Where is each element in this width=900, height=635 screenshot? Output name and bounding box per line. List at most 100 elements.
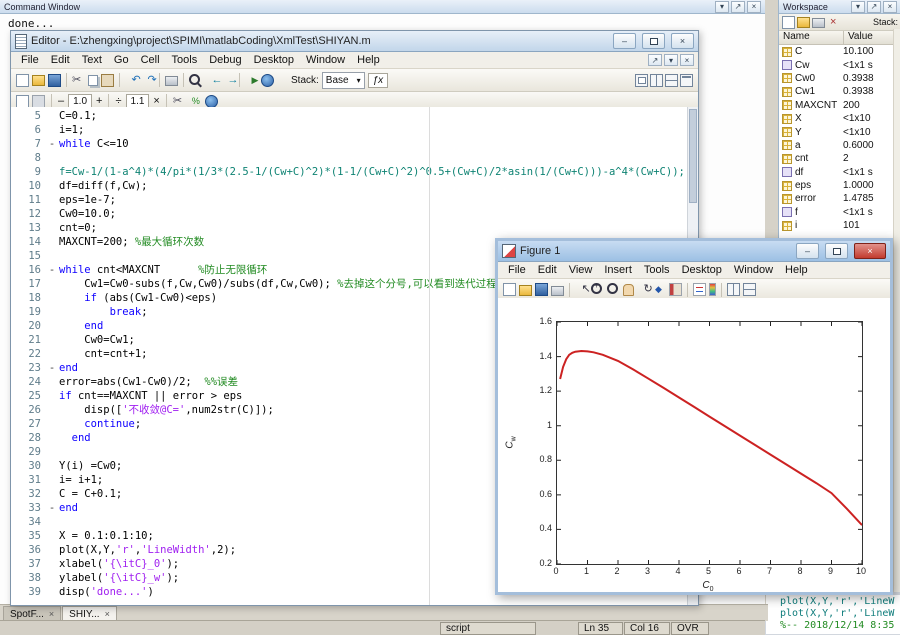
workspace-row-MAXCNT[interactable]: MAXCNT 200 — [779, 99, 900, 112]
fold-marker[interactable]: - — [45, 501, 59, 515]
editor-menu-item[interactable]: Tools — [166, 54, 204, 66]
dock-icon[interactable] — [867, 0, 881, 13]
new-icon[interactable] — [16, 73, 29, 87]
editor-menu-item[interactable]: Go — [108, 54, 135, 66]
print-icon[interactable] — [165, 76, 178, 86]
column-value[interactable]: Value — [844, 31, 900, 44]
history-line[interactable]: %-- 2018/12/14 8:35 - — [766, 619, 900, 631]
workspace-row-Cw0[interactable]: Cw0 0.3938 — [779, 72, 900, 85]
divide-button[interactable]: ÷ — [115, 95, 121, 107]
editor-menu-item[interactable]: File — [15, 54, 45, 66]
open-icon[interactable] — [797, 16, 810, 28]
close-button[interactable] — [671, 33, 694, 49]
dock-icon[interactable] — [731, 0, 745, 13]
workspace-row-C[interactable]: C 10.100 — [779, 45, 900, 58]
run-icon[interactable] — [245, 74, 259, 87]
workspace-row-a[interactable]: a 0.6000 — [779, 139, 900, 152]
new-icon[interactable] — [503, 283, 516, 296]
workspace-row-error[interactable]: error 1.4785 — [779, 192, 900, 205]
tile-horizontal-icon[interactable] — [743, 283, 756, 296]
workspace-row-cnt[interactable]: cnt 2 — [779, 152, 900, 165]
tab-close-icon[interactable]: × — [105, 609, 110, 619]
editor-menu-item[interactable]: Help — [351, 54, 386, 66]
stack-dropdown[interactable]: Base ▾ — [321, 71, 365, 89]
cascade-icon[interactable] — [635, 73, 648, 87]
fold-marker[interactable]: - — [45, 137, 59, 151]
delete-icon[interactable] — [827, 16, 840, 29]
find-icon[interactable] — [189, 73, 202, 87]
new-cell-icon[interactable] — [16, 94, 29, 108]
menu-icon[interactable] — [715, 0, 729, 13]
rotate-icon[interactable] — [637, 283, 653, 296]
minimize-button[interactable] — [613, 33, 636, 49]
close-button[interactable] — [854, 243, 886, 259]
figure-menu-item[interactable]: Window — [728, 264, 779, 276]
show-cells-icon[interactable] — [32, 94, 45, 108]
restore-button[interactable] — [825, 243, 848, 259]
workspace-row-df[interactable]: df <1x1 s — [779, 166, 900, 179]
workspace-row-Cw1[interactable]: Cw1 0.3938 — [779, 85, 900, 98]
figure-menu-item[interactable]: File — [502, 264, 532, 276]
plot-axes[interactable] — [556, 321, 863, 565]
zoom-in-icon[interactable] — [591, 281, 604, 296]
tile-vertical-icon[interactable] — [727, 283, 740, 296]
publish-icon[interactable] — [261, 73, 274, 87]
scrollbar-thumb[interactable] — [689, 109, 697, 203]
history-line[interactable]: plot(X,Y,'r','LineW — [766, 595, 900, 607]
cut-icon[interactable] — [72, 73, 85, 87]
tab-spotf[interactable]: SpotF... × — [3, 606, 62, 621]
minimize-button[interactable] — [796, 243, 819, 259]
figure-title-bar[interactable]: Figure 1 — [498, 241, 890, 262]
fold-marker[interactable]: - — [45, 361, 59, 375]
code-line-6[interactable]: 6 i=1; — [11, 123, 688, 137]
comment-icon[interactable] — [189, 95, 202, 108]
command-window-header[interactable]: Command Window — [0, 0, 765, 14]
paste-icon[interactable] — [101, 73, 114, 87]
editor-menu-item[interactable]: Text — [76, 54, 108, 66]
save-icon[interactable] — [48, 73, 61, 87]
legend-icon[interactable] — [693, 283, 706, 296]
menu-icon[interactable] — [851, 0, 865, 13]
history-line[interactable]: plot(X,Y,'r','LineW — [766, 607, 900, 619]
figure-menu-item[interactable]: Help — [779, 264, 814, 276]
fold-marker[interactable]: - — [45, 263, 59, 277]
figure-menu-item[interactable]: View — [563, 264, 599, 276]
editor-title-bar[interactable]: Editor - E:\zhengxing\project\SPIMI\matl… — [11, 31, 698, 52]
editor-menu-item[interactable]: Window — [300, 54, 351, 66]
workspace-row-X[interactable]: X <1x10 — [779, 112, 900, 125]
multiply-button[interactable]: × — [153, 95, 159, 107]
save-icon[interactable] — [535, 283, 548, 296]
status-overwrite[interactable]: OVR — [671, 622, 709, 635]
tab-shiyan[interactable]: SHIY... × — [62, 606, 117, 621]
redo-icon[interactable] — [141, 74, 157, 87]
print-icon[interactable] — [551, 285, 564, 296]
tile-horizontal-icon[interactable] — [665, 73, 678, 87]
figure-menu-item[interactable]: Desktop — [676, 264, 728, 276]
code-line-7[interactable]: 7- while C<=10 — [11, 137, 688, 151]
zoom-in-text-button[interactable]: + — [96, 95, 102, 107]
code-line-9[interactable]: 9 f=Cw-1/(1-a^4)*(4/pi*(1/3*(2.5-1/(Cw+C… — [11, 165, 688, 179]
code-line-13[interactable]: 13 cnt=0; — [11, 221, 688, 235]
close-icon[interactable] — [883, 0, 897, 13]
colorbar-icon[interactable] — [709, 283, 716, 296]
publish-icon[interactable] — [204, 94, 218, 108]
open-icon[interactable] — [32, 75, 45, 86]
workspace-row-f[interactable]: f <1x1 s — [779, 206, 900, 219]
brush-icon[interactable] — [669, 283, 682, 296]
forward-icon[interactable] — [221, 74, 239, 87]
workspace-row-i[interactable]: i 101 — [779, 219, 900, 232]
close-icon[interactable] — [747, 0, 761, 13]
editor-menu-item[interactable]: Edit — [45, 54, 76, 66]
open-icon[interactable] — [519, 284, 532, 296]
code-line-5[interactable]: 5 C=0.1; — [11, 109, 688, 123]
back-icon[interactable] — [205, 74, 223, 87]
close-icon[interactable] — [680, 54, 694, 66]
column-name[interactable]: Name — [779, 31, 844, 44]
dock-icon[interactable] — [648, 54, 662, 66]
edit-arrow-icon[interactable] — [575, 283, 591, 296]
data-cursor-icon[interactable] — [653, 283, 666, 296]
editor-menu-item[interactable]: Debug — [203, 54, 247, 66]
maximize-icon[interactable] — [680, 73, 693, 87]
print-icon[interactable] — [812, 17, 825, 28]
figure-canvas[interactable]: 0 1 2 3 4 5 6 7 8 9 10 0.2 0.4 0.6 0.8 1 1.2 1.4 1.6 C0 C… — [498, 298, 890, 592]
